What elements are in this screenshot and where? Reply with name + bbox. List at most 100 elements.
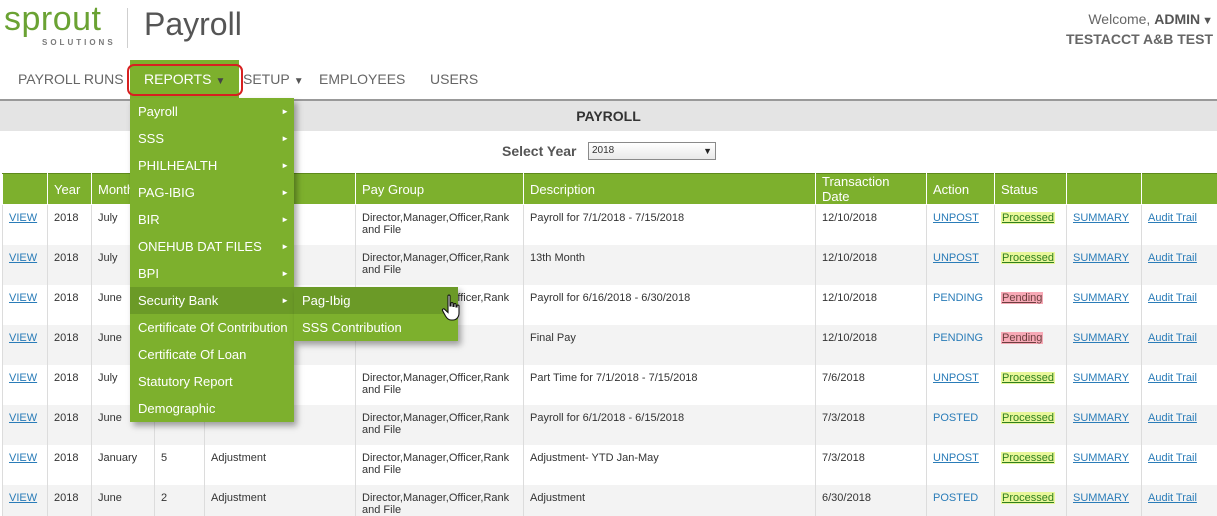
cell-view: VIEW xyxy=(3,205,48,245)
view-link[interactable]: VIEW xyxy=(9,492,37,504)
menu-item-certificate-of-contribution[interactable]: Certificate Of Contribution xyxy=(130,314,294,341)
summary-link[interactable]: SUMMARY xyxy=(1073,372,1129,384)
menu-item-pag-ibig[interactable]: PAG-IBIG► xyxy=(130,179,294,206)
menu-item-demographic[interactable]: Demographic xyxy=(130,395,294,422)
user-menu[interactable]: Welcome, ADMIN▼ xyxy=(1088,11,1213,27)
submenu-item-pag-ibig[interactable]: Pag-Ibig xyxy=(294,287,458,314)
action-link[interactable]: POSTED xyxy=(933,492,978,504)
cell-year: 2018 xyxy=(48,365,92,405)
action-link[interactable]: POSTED xyxy=(933,412,978,424)
submenu-item-sss-contribution[interactable]: SSS Contribution xyxy=(294,314,458,341)
cell-year: 2018 xyxy=(48,285,92,325)
summary-link[interactable]: SUMMARY xyxy=(1073,212,1129,224)
summary-link[interactable]: SUMMARY xyxy=(1073,292,1129,304)
status-badge[interactable]: Processed xyxy=(1001,212,1055,224)
view-link[interactable]: VIEW xyxy=(9,292,37,304)
cell-summary: SUMMARY xyxy=(1067,485,1142,516)
nav-setup-label: SETUP xyxy=(243,71,290,87)
focus-ring xyxy=(127,64,243,96)
cell-period: 2 xyxy=(155,485,205,516)
cell-view: VIEW xyxy=(3,245,48,285)
status-badge[interactable]: Pending xyxy=(1001,332,1043,344)
menu-item-sss[interactable]: SSS► xyxy=(130,125,294,152)
cell-summary: SUMMARY xyxy=(1067,325,1142,365)
sprout-logo[interactable]: sprout SOLUTIONS xyxy=(4,6,116,50)
nav-users[interactable]: USERS xyxy=(430,60,478,98)
year-select[interactable]: 2018 ▼ xyxy=(588,142,716,160)
cell-month: January xyxy=(92,445,155,485)
col-header-action[interactable]: Action xyxy=(927,174,995,205)
audit-trail-link[interactable]: Audit Trail xyxy=(1148,492,1197,504)
cell-view: VIEW xyxy=(3,405,48,445)
nav-employees[interactable]: EMPLOYEES xyxy=(319,60,405,98)
col-header-status[interactable]: Status xyxy=(995,174,1067,205)
summary-link[interactable]: SUMMARY xyxy=(1073,492,1129,504)
chevron-right-icon: ► xyxy=(281,152,289,179)
menu-item-label: BIR xyxy=(138,212,160,227)
menu-item-statutory-report[interactable]: Statutory Report xyxy=(130,368,294,395)
action-link[interactable]: UNPOST xyxy=(933,252,979,264)
menu-item-certificate-of-loan[interactable]: Certificate Of Loan xyxy=(130,341,294,368)
nav-payroll-runs[interactable]: PAYROLL RUNS xyxy=(18,60,124,98)
view-link[interactable]: VIEW xyxy=(9,332,37,344)
cell-pay-group: Director,Manager,Officer,Rank and File xyxy=(356,245,524,285)
menu-item-security-bank[interactable]: Security Bank► xyxy=(130,287,294,314)
status-badge[interactable]: Processed xyxy=(1001,372,1055,384)
cell-description: Final Pay xyxy=(524,325,816,365)
cell-summary: SUMMARY xyxy=(1067,365,1142,405)
audit-trail-link[interactable]: Audit Trail xyxy=(1148,372,1197,384)
cell-description: Payroll for 6/1/2018 - 6/15/2018 xyxy=(524,405,816,445)
action-link[interactable]: UNPOST xyxy=(933,452,979,464)
status-badge[interactable]: Processed xyxy=(1001,412,1055,424)
menu-item-label: PHILHEALTH xyxy=(138,158,217,173)
menu-item-payroll[interactable]: Payroll► xyxy=(130,98,294,125)
cell-transaction-date: 12/10/2018 xyxy=(816,285,927,325)
menu-item-bir[interactable]: BIR► xyxy=(130,206,294,233)
menu-item-onehub-dat-files[interactable]: ONEHUB DAT FILES► xyxy=(130,233,294,260)
audit-trail-link[interactable]: Audit Trail xyxy=(1148,332,1197,344)
cell-action: UNPOST xyxy=(927,205,995,245)
col-header-pay-group[interactable]: Pay Group xyxy=(356,174,524,205)
action-link[interactable]: UNPOST xyxy=(933,372,979,384)
audit-trail-link[interactable]: Audit Trail xyxy=(1148,292,1197,304)
cell-audit: Audit Trail xyxy=(1142,445,1217,485)
col-header-description[interactable]: Description xyxy=(524,174,816,205)
action-link[interactable]: PENDING xyxy=(933,332,983,344)
nav-setup[interactable]: SETUP▼ xyxy=(243,60,304,98)
cell-year: 2018 xyxy=(48,445,92,485)
status-badge[interactable]: Processed xyxy=(1001,492,1055,504)
cell-description: Adjustment- YTD Jan-May xyxy=(524,445,816,485)
menu-item-philhealth[interactable]: PHILHEALTH ► xyxy=(130,152,294,179)
view-link[interactable]: VIEW xyxy=(9,412,37,424)
audit-trail-link[interactable]: Audit Trail xyxy=(1148,212,1197,224)
chevron-right-icon: ► xyxy=(281,233,289,260)
summary-link[interactable]: SUMMARY xyxy=(1073,332,1129,344)
cell-action: UNPOST xyxy=(927,365,995,405)
year-filter-label: Select Year xyxy=(502,143,576,159)
status-badge[interactable]: Processed xyxy=(1001,452,1055,464)
audit-trail-link[interactable]: Audit Trail xyxy=(1148,252,1197,264)
table-row: VIEW2018June2AdjustmentDirector,Manager,… xyxy=(3,485,1217,516)
nav-reports[interactable]: REPORTS▼ xyxy=(130,60,239,98)
cell-view: VIEW xyxy=(3,365,48,405)
status-badge[interactable]: Processed xyxy=(1001,252,1055,264)
summary-link[interactable]: SUMMARY xyxy=(1073,452,1129,464)
summary-link[interactable]: SUMMARY xyxy=(1073,412,1129,424)
col-header-transaction-date[interactable]: Transaction Date xyxy=(816,174,927,205)
audit-trail-link[interactable]: Audit Trail xyxy=(1148,412,1197,424)
action-link[interactable]: PENDING xyxy=(933,292,983,304)
col-header-year[interactable]: Year xyxy=(48,174,92,205)
view-link[interactable]: VIEW xyxy=(9,452,37,464)
cell-transaction-date: 6/30/2018 xyxy=(816,485,927,516)
view-link[interactable]: VIEW xyxy=(9,252,37,264)
reports-dropdown-menu: Payroll►SSS►PHILHEALTH►PAG-IBIG►BIR►ONEH… xyxy=(130,98,294,422)
view-link[interactable]: VIEW xyxy=(9,212,37,224)
chevron-right-icon: ► xyxy=(281,260,289,287)
action-link[interactable]: UNPOST xyxy=(933,212,979,224)
cell-transaction-date: 12/10/2018 xyxy=(816,325,927,365)
status-badge[interactable]: Pending xyxy=(1001,292,1043,304)
audit-trail-link[interactable]: Audit Trail xyxy=(1148,452,1197,464)
menu-item-bpi[interactable]: BPI► xyxy=(130,260,294,287)
view-link[interactable]: VIEW xyxy=(9,372,37,384)
summary-link[interactable]: SUMMARY xyxy=(1073,252,1129,264)
